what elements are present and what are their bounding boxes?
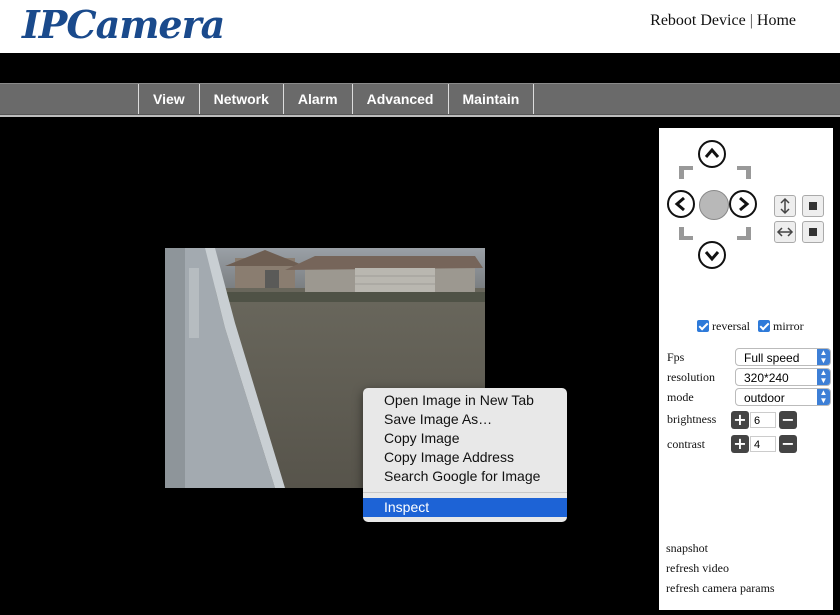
fps-value: Full speed bbox=[744, 351, 800, 365]
fps-label: Fps bbox=[667, 350, 685, 364]
contrast-minus-button[interactable]: − bbox=[779, 435, 797, 453]
select-arrows-icon: ▲ ▼ bbox=[817, 349, 830, 365]
arrow-right-icon bbox=[739, 196, 750, 212]
brightness-label: brightness bbox=[667, 412, 717, 426]
stop-icon bbox=[809, 202, 817, 210]
arrow-left-icon bbox=[674, 196, 685, 212]
menu-copy-image[interactable]: Copy Image bbox=[363, 429, 567, 448]
nav-bar: View Network Alarm Advanced Maintain bbox=[0, 83, 840, 115]
nav-maintain[interactable]: Maintain bbox=[449, 84, 535, 114]
fps-select[interactable]: Full speed ▲ ▼ bbox=[735, 348, 831, 366]
brightness-plus-button[interactable]: + bbox=[731, 411, 749, 429]
horizontal-arrows-icon bbox=[776, 227, 794, 237]
mirror-label: mirror bbox=[772, 319, 804, 333]
snapshot-link[interactable]: snapshot bbox=[666, 541, 708, 556]
menu-search-google-image[interactable]: Search Google for Image bbox=[363, 467, 567, 486]
refresh-camera-params-link[interactable]: refresh camera params bbox=[666, 581, 775, 596]
mode-select[interactable]: outdoor ▲ ▼ bbox=[735, 388, 831, 406]
ptz-center-button[interactable] bbox=[699, 190, 729, 220]
contrast-label: contrast bbox=[667, 437, 705, 451]
nav-network[interactable]: Network bbox=[200, 84, 284, 114]
contrast-plus-button[interactable]: + bbox=[731, 435, 749, 453]
resolution-label: resolution bbox=[667, 370, 715, 384]
nav-view[interactable]: View bbox=[139, 84, 200, 114]
select-arrows-icon: ▲ ▼ bbox=[817, 389, 830, 405]
arrow-up-icon bbox=[704, 147, 720, 158]
ptz-right-button[interactable] bbox=[729, 190, 757, 218]
refresh-video-link[interactable]: refresh video bbox=[666, 561, 729, 576]
reversal-option[interactable]: reversal bbox=[697, 319, 750, 334]
reboot-device-link[interactable]: Reboot Device bbox=[650, 12, 746, 29]
brightness-minus-button[interactable]: − bbox=[779, 411, 797, 429]
stop-icon bbox=[809, 228, 817, 236]
menu-inspect[interactable]: Inspect bbox=[363, 498, 567, 517]
mirror-option[interactable]: mirror bbox=[757, 319, 804, 334]
menu-copy-image-address[interactable]: Copy Image Address bbox=[363, 448, 567, 467]
reversal-label: reversal bbox=[712, 319, 750, 333]
vertical-arrows-icon bbox=[780, 197, 790, 215]
nav-advanced[interactable]: Advanced bbox=[353, 84, 449, 114]
contrast-value[interactable]: 4 bbox=[750, 436, 776, 452]
top-links: Reboot Device | Home bbox=[650, 12, 796, 30]
horizontal-stop-button[interactable] bbox=[802, 221, 824, 243]
context-menu: Open Image in New Tab Save Image As… Cop… bbox=[363, 388, 567, 522]
resolution-value: 320*240 bbox=[744, 371, 789, 385]
flip-options: reversal mirror bbox=[697, 319, 804, 334]
nav-alarm[interactable]: Alarm bbox=[284, 84, 353, 114]
mode-label: mode bbox=[667, 390, 694, 404]
logo: IPCamera bbox=[22, 2, 225, 47]
resolution-select[interactable]: 320*240 ▲ ▼ bbox=[735, 368, 831, 386]
menu-open-image-new-tab[interactable]: Open Image in New Tab bbox=[363, 391, 567, 410]
vertical-patrol-button[interactable] bbox=[774, 195, 796, 217]
reversal-checkbox[interactable] bbox=[697, 320, 709, 332]
horizontal-patrol-button[interactable] bbox=[774, 221, 796, 243]
control-panel: reversal mirror Fps Full speed ▲ ▼ resolut… bbox=[659, 128, 833, 610]
ptz-controls bbox=[659, 128, 833, 269]
ptz-left-button[interactable] bbox=[667, 190, 695, 218]
mirror-checkbox[interactable] bbox=[757, 320, 770, 332]
menu-save-image-as[interactable]: Save Image As… bbox=[363, 410, 567, 429]
brightness-value[interactable]: 6 bbox=[750, 412, 776, 428]
link-separator: | bbox=[749, 12, 753, 29]
nav-divider bbox=[0, 115, 840, 117]
header: IPCamera Reboot Device | Home bbox=[0, 0, 840, 53]
vertical-stop-button[interactable] bbox=[802, 195, 824, 217]
select-arrows-icon: ▲ ▼ bbox=[817, 369, 830, 385]
home-link[interactable]: Home bbox=[757, 12, 796, 29]
ptz-up-button[interactable] bbox=[698, 140, 726, 168]
ptz-down-button[interactable] bbox=[698, 241, 726, 269]
arrow-down-icon bbox=[704, 251, 720, 262]
mode-value: outdoor bbox=[744, 391, 785, 405]
menu-divider bbox=[363, 492, 567, 493]
